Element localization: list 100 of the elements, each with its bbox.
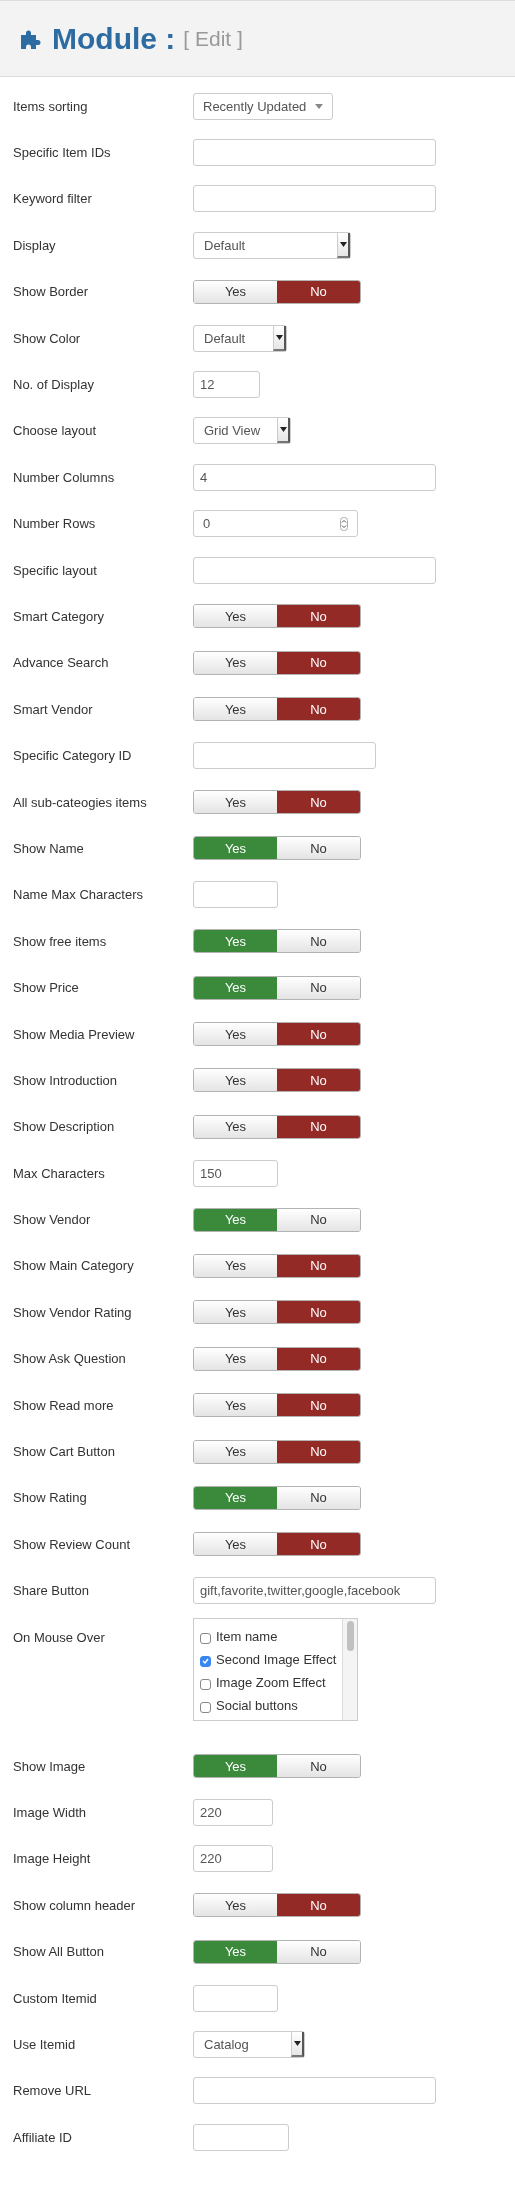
dropdown[interactable]: Default: [193, 231, 351, 259]
caret-icon: [275, 334, 283, 340]
toggle-option[interactable]: No: [277, 1894, 360, 1917]
toggle-option[interactable]: Yes: [194, 1347, 277, 1370]
checkbox-label[interactable]: Image Zoom Effect: [216, 1674, 326, 1690]
toggle-option[interactable]: No: [277, 1755, 360, 1778]
toggle-option[interactable]: Yes: [194, 791, 277, 814]
toggle-option[interactable]: Yes: [194, 1069, 277, 1092]
text-field[interactable]: 220: [193, 1845, 273, 1873]
text-field[interactable]: [193, 185, 436, 213]
field-label: On Mouse Over: [12, 1629, 106, 1645]
toggle-option[interactable]: Yes: [194, 651, 277, 674]
page-subtitle: [ Edit ]: [183, 26, 243, 51]
checkbox-label[interactable]: Second Image Effect: [216, 1651, 337, 1667]
toggle-option[interactable]: No: [277, 1440, 360, 1463]
toggle-option[interactable]: No: [277, 1208, 360, 1231]
field-label: Show Cart Button: [12, 1444, 116, 1459]
toggle-option[interactable]: Yes: [194, 1755, 277, 1778]
toggle-option[interactable]: No: [277, 791, 360, 814]
field-label: Show Read more: [12, 1397, 115, 1413]
toggle-option[interactable]: Yes: [194, 605, 277, 628]
toggle-option[interactable]: Yes: [194, 1486, 277, 1509]
field-label: Show Border: [12, 284, 90, 300]
field-label: Show Introduction: [12, 1072, 119, 1088]
text-field[interactable]: [193, 1984, 278, 2012]
toggle-option[interactable]: Yes: [194, 1940, 277, 1963]
text-field[interactable]: [193, 556, 436, 584]
field-label: Show column header: [12, 1897, 137, 1913]
toggle-option[interactable]: No: [277, 698, 360, 721]
field-label: Custom Itemid: [12, 1990, 98, 2006]
toggle-option[interactable]: No: [277, 605, 360, 628]
toggle-option[interactable]: Yes: [194, 280, 277, 303]
checkbox[interactable]: [200, 1655, 211, 1667]
text-field[interactable]: 150: [193, 1159, 278, 1187]
toggle-option[interactable]: Yes: [194, 1533, 277, 1556]
field-label: Show Vendor: [12, 1212, 92, 1228]
number-field[interactable]: 0: [193, 510, 358, 538]
field-label: Show Description: [12, 1119, 116, 1135]
toggle-option[interactable]: No: [277, 1115, 360, 1138]
toggle-option[interactable]: No: [277, 1254, 360, 1277]
toggle-option[interactable]: Yes: [194, 698, 277, 721]
text-field[interactable]: [193, 2077, 436, 2105]
dropdown[interactable]: Grid View: [193, 417, 291, 445]
toggle-option[interactable]: No: [277, 651, 360, 674]
toggle-option[interactable]: Yes: [194, 1301, 277, 1324]
field-label: Image Height: [12, 1851, 92, 1867]
page-title: Module :: [52, 21, 176, 56]
spinner-icon[interactable]: [340, 516, 348, 531]
text-field[interactable]: 4: [193, 463, 436, 491]
toggle-option[interactable]: Yes: [194, 1254, 277, 1277]
field-label: Show Name: [12, 840, 85, 856]
toggle-option[interactable]: Yes: [194, 1440, 277, 1463]
toggle-option[interactable]: Yes: [194, 1894, 277, 1917]
text-field[interactable]: 220: [193, 1798, 273, 1826]
field-label: Show Price: [12, 980, 80, 996]
dropdown[interactable]: Recently Updated: [193, 92, 333, 120]
toggle-option[interactable]: Yes: [194, 930, 277, 953]
toggle-option[interactable]: Yes: [194, 1023, 277, 1045]
toggle-option[interactable]: No: [277, 1940, 360, 1963]
caret-icon: [293, 2040, 301, 2046]
caret-icon: [279, 427, 287, 433]
checkbox[interactable]: [200, 1678, 211, 1690]
checkbox-label[interactable]: Item name: [216, 1628, 278, 1644]
toggle-option[interactable]: Yes: [194, 1115, 277, 1138]
toggle-option[interactable]: No: [277, 280, 360, 303]
text-field[interactable]: 12: [193, 371, 260, 399]
text-field[interactable]: [193, 881, 278, 909]
toggle-option[interactable]: Yes: [194, 1394, 277, 1417]
field-label: Share Button: [12, 1583, 90, 1599]
field-label: Show Review Count: [12, 1536, 132, 1552]
toggle-option[interactable]: No: [277, 1069, 360, 1092]
field-label: All sub-cateogies items: [12, 794, 148, 810]
scrollbar-thumb[interactable]: [346, 1620, 354, 1651]
toggle-option[interactable]: Yes: [194, 837, 277, 860]
text-field[interactable]: [193, 2123, 289, 2151]
caret-icon: [315, 103, 323, 109]
toggle-option[interactable]: Yes: [194, 976, 277, 999]
field-label: Advance Search: [12, 655, 110, 671]
toggle-option[interactable]: No: [277, 1486, 360, 1509]
checkbox-label[interactable]: Social buttons: [216, 1697, 298, 1713]
toggle-option[interactable]: No: [277, 1301, 360, 1324]
toggle-option[interactable]: No: [277, 1347, 360, 1370]
dropdown[interactable]: Catalog: [193, 2030, 305, 2058]
toggle-option[interactable]: No: [277, 1533, 360, 1556]
field-label: Max Characters: [12, 1165, 106, 1181]
text-field[interactable]: [193, 742, 376, 770]
toggle-option[interactable]: No: [277, 930, 360, 953]
checkbox[interactable]: [200, 1632, 211, 1644]
field-label: Show free items: [12, 933, 108, 949]
field-label: Show Media Preview: [12, 1026, 136, 1042]
toggle-option[interactable]: No: [277, 1394, 360, 1417]
toggle-option[interactable]: No: [277, 837, 360, 860]
checkbox[interactable]: [200, 1701, 211, 1713]
toggle-option[interactable]: No: [277, 976, 360, 999]
toggle-option[interactable]: Yes: [194, 1208, 277, 1231]
text-field[interactable]: gift,favorite,twitter,google,facebook: [193, 1577, 436, 1605]
dropdown[interactable]: Default: [193, 324, 287, 352]
field-label: Show Vendor Rating: [12, 1304, 133, 1320]
toggle-option[interactable]: No: [277, 1023, 360, 1045]
text-field[interactable]: [193, 139, 436, 167]
